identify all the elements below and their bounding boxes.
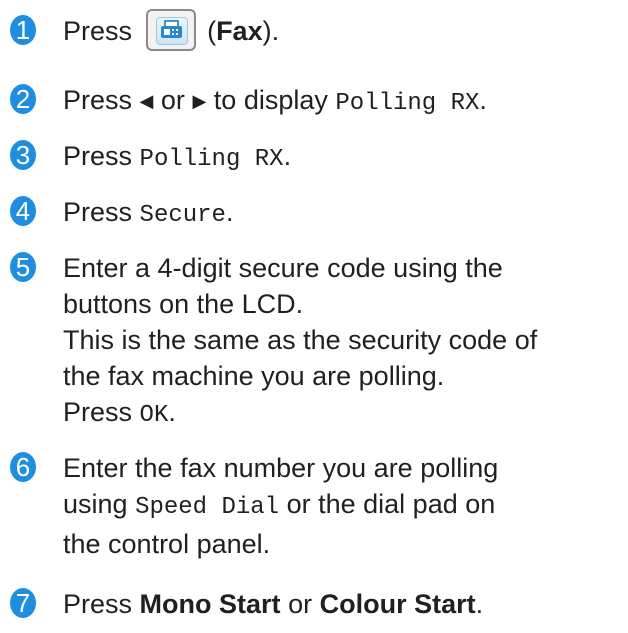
step-number: 5 bbox=[10, 252, 36, 282]
colour-start-label: Colour Start bbox=[319, 589, 476, 619]
step-text: Press (Fax). bbox=[63, 8, 623, 51]
step-2: 2 Press ◀ or ▶ to display Polling RX. bbox=[10, 82, 623, 122]
step-number: 7 bbox=[10, 588, 36, 618]
step-6: 6 Enter the fax number you are polling u… bbox=[10, 450, 623, 562]
fax-button[interactable] bbox=[145, 8, 196, 51]
left-arrow-icon: ◀ bbox=[139, 91, 154, 111]
step-1: 1 Press (Fax). bbox=[10, 8, 623, 51]
step-4: 4 Press Secure. bbox=[10, 194, 623, 234]
right-arrow-icon: ▶ bbox=[192, 91, 207, 111]
polling-rx-label: Polling RX bbox=[335, 90, 480, 117]
step-3: 3 Press Polling RX. bbox=[10, 138, 623, 178]
fax-label: Fax bbox=[216, 16, 263, 46]
step-text: Enter a 4-digit secure code using the bu… bbox=[63, 253, 538, 429]
step-number: 4 bbox=[10, 196, 36, 226]
step-7: 7 Press Mono Start or Colour Start. bbox=[10, 586, 623, 622]
speed-dial-label: Speed Dial bbox=[135, 494, 280, 521]
mono-start-label: Mono Start bbox=[139, 589, 281, 619]
secure-label: Secure bbox=[139, 202, 226, 229]
fax-icon bbox=[160, 20, 182, 38]
step-text: Press Mono Start or Colour Start. bbox=[63, 589, 484, 619]
step-text: Press ◀ or ▶ to display Polling RX. bbox=[63, 85, 487, 117]
step-5: 5 Enter a 4-digit secure code using the … bbox=[10, 250, 623, 434]
step-number: 6 bbox=[10, 452, 36, 482]
step-text: Press Secure. bbox=[63, 197, 234, 229]
step-text: Press Polling RX. bbox=[63, 141, 292, 173]
step-number: 1 bbox=[10, 15, 36, 45]
ok-label: OK bbox=[139, 402, 169, 429]
press-word: Press bbox=[63, 16, 133, 46]
step-text: Enter the fax number you are polling usi… bbox=[63, 453, 499, 559]
step-number: 2 bbox=[10, 84, 36, 114]
polling-rx-label: Polling RX bbox=[139, 146, 284, 173]
step-number: 3 bbox=[10, 140, 36, 170]
